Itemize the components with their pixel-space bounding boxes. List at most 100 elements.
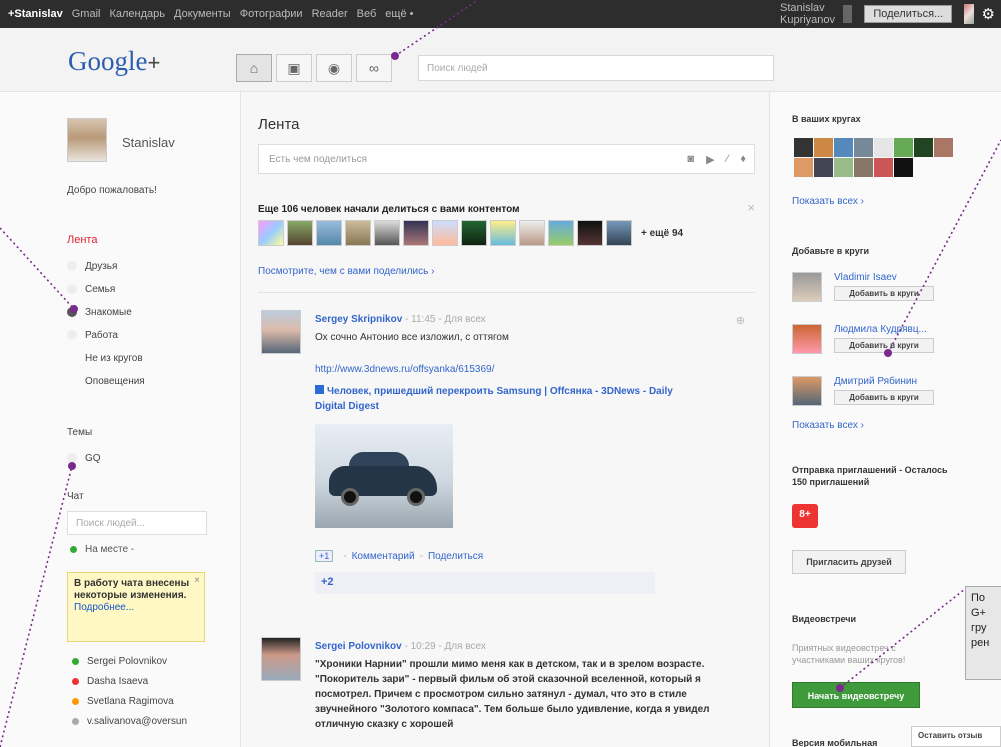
plus-one-button[interactable]: +1 — [315, 550, 334, 562]
avatar[interactable] — [461, 220, 487, 246]
chat-contact[interactable]: Sergei Polovnikov — [72, 656, 167, 667]
topbar-link-calendar[interactable]: Календарь — [109, 8, 165, 20]
avatar[interactable] — [854, 158, 873, 177]
avatar[interactable] — [854, 138, 873, 157]
plus-one-count[interactable]: +2 — [315, 572, 655, 594]
post-menu-icon[interactable]: ⊕ — [736, 314, 745, 327]
suggestion-name[interactable]: Дмитрий Рябинин — [834, 376, 917, 387]
avatar[interactable] — [874, 138, 893, 157]
video-icon[interactable]: ▶ — [706, 153, 714, 166]
topbar-link-web[interactable]: Веб — [357, 8, 377, 20]
comment-link[interactable]: Комментарий — [352, 551, 415, 562]
avatar[interactable] — [261, 310, 301, 354]
topic-item[interactable]: GQ — [67, 448, 207, 468]
avatar[interactable] — [606, 220, 632, 246]
avatar[interactable] — [403, 220, 429, 246]
camera-icon[interactable]: ◙ — [687, 153, 694, 166]
chat-notice-more-link[interactable]: Подробнее... — [74, 602, 198, 614]
post-author[interactable]: Sergei Polovnikov — [315, 641, 402, 652]
google-plus-logo[interactable]: Google+ — [68, 46, 160, 77]
avatar[interactable] — [914, 138, 933, 157]
avatar[interactable] — [794, 138, 813, 157]
avatar[interactable] — [261, 637, 301, 681]
chat-search-input[interactable]: Поиск людей... — [67, 511, 207, 535]
stream-item-acquaintances[interactable]: Знакомые — [67, 302, 207, 322]
chat-contact[interactable]: v.salivanova@oversun — [72, 716, 187, 727]
stream-header[interactable]: Лента — [67, 234, 97, 246]
more-count[interactable]: + ещё 94 — [641, 228, 683, 239]
topbar-link-more[interactable]: ещё • — [385, 8, 413, 20]
avatar[interactable] — [519, 220, 545, 246]
close-icon[interactable]: × — [194, 575, 200, 587]
link-icon[interactable]: ⁄ — [727, 153, 729, 166]
post-card-title[interactable]: Человек, пришедший перекроить Samsung | … — [315, 384, 695, 414]
avatar[interactable] — [792, 324, 822, 354]
avatar[interactable] — [577, 220, 603, 246]
avatar[interactable] — [834, 138, 853, 157]
invite-friends-button[interactable]: Пригласить друзей — [792, 550, 906, 574]
topbar-link-profile[interactable]: +Stanislav — [8, 8, 63, 20]
post-visibility[interactable]: Для всех — [444, 314, 485, 325]
stream-item-work[interactable]: Работа — [67, 325, 207, 345]
share-input[interactable]: Есть чем поделиться ◙ ▶ ⁄ ♦ — [258, 144, 755, 174]
post-visibility[interactable]: Для всех — [445, 641, 486, 652]
gear-icon[interactable]: ⚙ — [982, 5, 995, 23]
show-all-circles-link[interactable]: Показать всех › — [792, 196, 864, 207]
nav-profile-button[interactable]: ◉ — [316, 54, 352, 82]
suggestion-name[interactable]: Людмила Кудрявц... — [834, 324, 927, 335]
avatar[interactable] — [814, 138, 833, 157]
profile-name[interactable]: Stanislav — [122, 135, 175, 150]
topbar-link-gmail[interactable]: Gmail — [72, 8, 101, 20]
notifications-icon[interactable] — [843, 5, 853, 23]
avatar[interactable] — [934, 138, 953, 157]
stream-item-notifications[interactable]: Оповещения — [67, 371, 207, 391]
avatar[interactable] — [345, 220, 371, 246]
avatar[interactable] — [794, 158, 813, 177]
add-to-circles-button[interactable]: Добавить в круги — [834, 338, 934, 353]
stream-item-family[interactable]: Семья — [67, 279, 207, 299]
share-button[interactable]: Поделиться... — [864, 5, 953, 23]
see-shared-link[interactable]: Посмотрите, чем с вами поделились › — [258, 266, 434, 277]
avatar[interactable] — [814, 158, 833, 177]
post-time[interactable]: 11:45 — [411, 314, 435, 325]
location-icon[interactable]: ♦ — [740, 153, 746, 166]
topbar-link-photos[interactable]: Фотографии — [240, 8, 303, 20]
chat-status[interactable]: На месте - — [70, 544, 134, 555]
nav-photos-button[interactable]: ▣ — [276, 54, 312, 82]
stream-item-outside-circles[interactable]: Не из кругов — [67, 348, 207, 368]
chat-contact[interactable]: Dasha Isaeva — [72, 676, 148, 687]
avatar[interactable] — [287, 220, 313, 246]
close-icon[interactable]: × — [747, 200, 755, 215]
nav-circles-button[interactable]: ∞ — [356, 54, 392, 82]
avatar[interactable] — [490, 220, 516, 246]
topbar-link-reader[interactable]: Reader — [312, 8, 348, 20]
post-image[interactable] — [315, 424, 453, 528]
post-time[interactable]: 10:29 — [411, 641, 436, 652]
add-to-circles-button[interactable]: Добавить в круги — [834, 286, 934, 301]
add-to-circles-button[interactable]: Добавить в круги — [834, 390, 934, 405]
avatar[interactable] — [792, 376, 822, 406]
avatar[interactable] — [792, 272, 822, 302]
avatar[interactable] — [894, 138, 913, 157]
avatar[interactable] — [834, 158, 853, 177]
share-link[interactable]: Поделиться — [428, 551, 483, 562]
topbar-avatar[interactable] — [964, 4, 974, 24]
topbar-user-name[interactable]: Stanislav Kupriyanov — [780, 2, 835, 26]
profile-avatar[interactable] — [67, 118, 107, 162]
suggestion-name[interactable]: Vladimir Isaev — [834, 272, 897, 283]
avatar[interactable] — [874, 158, 893, 177]
avatar[interactable] — [374, 220, 400, 246]
nav-home-button[interactable]: ⌂ — [236, 54, 272, 82]
avatar[interactable] — [316, 220, 342, 246]
stream-item-friends[interactable]: Друзья — [67, 256, 207, 276]
avatar[interactable] — [432, 220, 458, 246]
start-hangout-button[interactable]: Начать видеовстречу — [792, 682, 920, 708]
people-search-input[interactable]: Поиск людей — [418, 55, 774, 81]
avatar[interactable] — [894, 158, 913, 177]
avatar[interactable] — [548, 220, 574, 246]
avatar[interactable] — [258, 220, 284, 246]
post-link[interactable]: http://www.3dnews.ru/offsyanka/615369/ — [315, 364, 494, 375]
post-author[interactable]: Sergey Skripnikov — [315, 314, 402, 325]
show-all-suggestions-link[interactable]: Показать всех › — [792, 420, 864, 431]
chat-contact[interactable]: Svetlana Ragimova — [72, 696, 174, 707]
